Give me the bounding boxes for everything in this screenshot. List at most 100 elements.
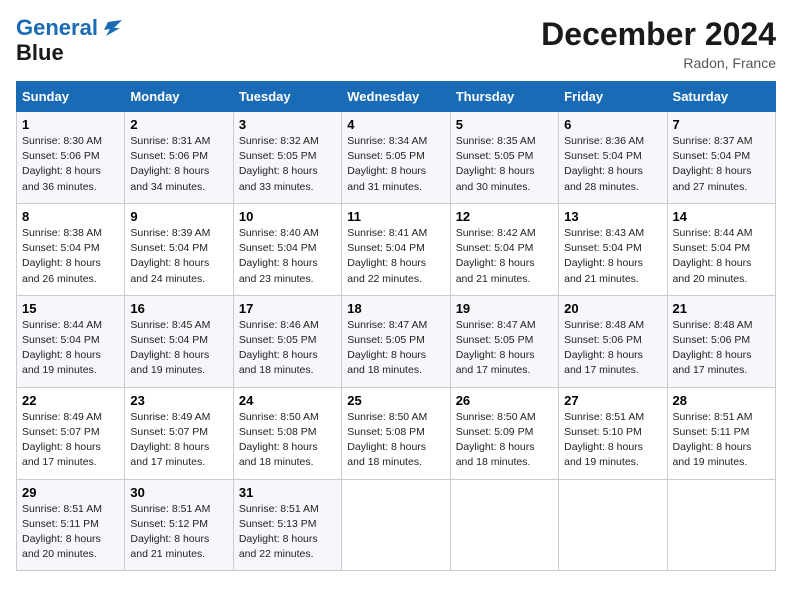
day-number: 26	[456, 393, 553, 408]
calendar-cell	[559, 479, 667, 571]
weekday-header-wednesday: Wednesday	[342, 82, 450, 112]
calendar-cell: 26 Sunrise: 8:50 AM Sunset: 5:09 PM Dayli…	[450, 387, 558, 479]
day-number: 18	[347, 301, 444, 316]
calendar-cell: 24 Sunrise: 8:50 AM Sunset: 5:08 PM Dayli…	[233, 387, 341, 479]
calendar-week-row: 15 Sunrise: 8:44 AM Sunset: 5:04 PM Dayli…	[17, 295, 776, 387]
calendar-cell: 30 Sunrise: 8:51 AM Sunset: 5:12 PM Dayli…	[125, 479, 233, 571]
calendar-cell: 21Sunrise: 8:48 AM Sunset: 5:06 PM Dayli…	[667, 295, 775, 387]
calendar-week-row: 1Sunrise: 8:30 AM Sunset: 5:06 PM Daylig…	[17, 112, 776, 204]
calendar-cell: 11 Sunrise: 8:41 AM Sunset: 5:04 PM Dayli…	[342, 203, 450, 295]
day-info: Sunrise: 8:44 AM Sunset: 5:04 PM Dayligh…	[673, 226, 770, 287]
weekday-header-thursday: Thursday	[450, 82, 558, 112]
day-info: Sunrise: 8:48 AM Sunset: 5:06 PM Dayligh…	[564, 318, 661, 379]
day-number: 6	[564, 117, 661, 132]
day-info: Sunrise: 8:40 AM Sunset: 5:04 PM Dayligh…	[239, 226, 336, 287]
calendar-cell: 16Sunrise: 8:45 AM Sunset: 5:04 PM Dayli…	[125, 295, 233, 387]
day-info: Sunrise: 8:42 AM Sunset: 5:04 PM Dayligh…	[456, 226, 553, 287]
day-number: 9	[130, 209, 227, 224]
day-info: Sunrise: 8:31 AM Sunset: 5:06 PM Dayligh…	[130, 134, 227, 195]
day-info: Sunrise: 8:48 AM Sunset: 5:06 PM Dayligh…	[673, 318, 770, 379]
day-number: 2	[130, 117, 227, 132]
calendar-cell: 7Sunrise: 8:37 AM Sunset: 5:04 PM Daylig…	[667, 112, 775, 204]
calendar-cell: 23Sunrise: 8:49 AM Sunset: 5:07 PM Dayli…	[125, 387, 233, 479]
day-number: 17	[239, 301, 336, 316]
day-number: 25	[347, 393, 444, 408]
calendar-cell	[667, 479, 775, 571]
day-info: Sunrise: 8:51 AM Sunset: 5:10 PM Dayligh…	[564, 410, 661, 471]
day-info: Sunrise: 8:43 AM Sunset: 5:04 PM Dayligh…	[564, 226, 661, 287]
day-number: 27	[564, 393, 661, 408]
day-number: 15	[22, 301, 119, 316]
day-info: Sunrise: 8:51 AM Sunset: 5:11 PM Dayligh…	[673, 410, 770, 471]
calendar-week-row: 22Sunrise: 8:49 AM Sunset: 5:07 PM Dayli…	[17, 387, 776, 479]
weekday-header-sunday: Sunday	[17, 82, 125, 112]
day-number: 20	[564, 301, 661, 316]
calendar-cell: 8 Sunrise: 8:38 AM Sunset: 5:04 PM Daylig…	[17, 203, 125, 295]
calendar-cell: 14 Sunrise: 8:44 AM Sunset: 5:04 PM Dayli…	[667, 203, 775, 295]
calendar-cell: 2 Sunrise: 8:31 AM Sunset: 5:06 PM Daylig…	[125, 112, 233, 204]
page-header: General Blue December 2024 Radon, France	[16, 16, 776, 71]
day-info: Sunrise: 8:39 AM Sunset: 5:04 PM Dayligh…	[130, 226, 227, 287]
day-info: Sunrise: 8:35 AM Sunset: 5:05 PM Dayligh…	[456, 134, 553, 195]
day-number: 31	[239, 485, 336, 500]
calendar-cell: 12 Sunrise: 8:42 AM Sunset: 5:04 PM Dayli…	[450, 203, 558, 295]
calendar-cell: 28 Sunrise: 8:51 AM Sunset: 5:11 PM Dayli…	[667, 387, 775, 479]
day-info: Sunrise: 8:50 AM Sunset: 5:08 PM Dayligh…	[239, 410, 336, 471]
calendar-cell: 22Sunrise: 8:49 AM Sunset: 5:07 PM Dayli…	[17, 387, 125, 479]
month-title: December 2024	[541, 16, 776, 53]
calendar-cell: 31 Sunrise: 8:51 AM Sunset: 5:13 PM Dayli…	[233, 479, 341, 571]
day-number: 1	[22, 117, 119, 132]
day-info: Sunrise: 8:51 AM Sunset: 5:13 PM Dayligh…	[239, 502, 336, 563]
day-number: 29	[22, 485, 119, 500]
day-number: 11	[347, 209, 444, 224]
calendar-cell: 6Sunrise: 8:36 AM Sunset: 5:04 PM Daylig…	[559, 112, 667, 204]
day-number: 5	[456, 117, 553, 132]
calendar-cell	[342, 479, 450, 571]
weekday-header-friday: Friday	[559, 82, 667, 112]
day-info: Sunrise: 8:51 AM Sunset: 5:11 PM Dayligh…	[22, 502, 119, 563]
day-number: 12	[456, 209, 553, 224]
title-block: December 2024 Radon, France	[541, 16, 776, 71]
day-info: Sunrise: 8:44 AM Sunset: 5:04 PM Dayligh…	[22, 318, 119, 379]
day-number: 13	[564, 209, 661, 224]
day-number: 10	[239, 209, 336, 224]
day-number: 22	[22, 393, 119, 408]
day-info: Sunrise: 8:38 AM Sunset: 5:04 PM Dayligh…	[22, 226, 119, 287]
day-info: Sunrise: 8:37 AM Sunset: 5:04 PM Dayligh…	[673, 134, 770, 195]
location-text: Radon, France	[541, 55, 776, 71]
calendar-cell: 5 Sunrise: 8:35 AM Sunset: 5:05 PM Daylig…	[450, 112, 558, 204]
calendar-cell: 17 Sunrise: 8:46 AM Sunset: 5:05 PM Dayli…	[233, 295, 341, 387]
day-info: Sunrise: 8:46 AM Sunset: 5:05 PM Dayligh…	[239, 318, 336, 379]
day-info: Sunrise: 8:32 AM Sunset: 5:05 PM Dayligh…	[239, 134, 336, 195]
calendar-cell: 1Sunrise: 8:30 AM Sunset: 5:06 PM Daylig…	[17, 112, 125, 204]
day-number: 8	[22, 209, 119, 224]
calendar-cell: 9 Sunrise: 8:39 AM Sunset: 5:04 PM Daylig…	[125, 203, 233, 295]
day-info: Sunrise: 8:41 AM Sunset: 5:04 PM Dayligh…	[347, 226, 444, 287]
logo-bird-icon	[100, 18, 122, 40]
day-number: 16	[130, 301, 227, 316]
calendar-cell: 29 Sunrise: 8:51 AM Sunset: 5:11 PM Dayli…	[17, 479, 125, 571]
calendar-cell: 20 Sunrise: 8:48 AM Sunset: 5:06 PM Dayli…	[559, 295, 667, 387]
day-number: 30	[130, 485, 227, 500]
day-number: 28	[673, 393, 770, 408]
day-number: 14	[673, 209, 770, 224]
calendar-cell: 3Sunrise: 8:32 AM Sunset: 5:05 PM Daylig…	[233, 112, 341, 204]
calendar-cell: 25Sunrise: 8:50 AM Sunset: 5:08 PM Dayli…	[342, 387, 450, 479]
day-info: Sunrise: 8:50 AM Sunset: 5:09 PM Dayligh…	[456, 410, 553, 471]
day-number: 4	[347, 117, 444, 132]
calendar-cell: 4Sunrise: 8:34 AM Sunset: 5:05 PM Daylig…	[342, 112, 450, 204]
day-info: Sunrise: 8:51 AM Sunset: 5:12 PM Dayligh…	[130, 502, 227, 563]
calendar-week-row: 29 Sunrise: 8:51 AM Sunset: 5:11 PM Dayli…	[17, 479, 776, 571]
day-info: Sunrise: 8:47 AM Sunset: 5:05 PM Dayligh…	[456, 318, 553, 379]
day-info: Sunrise: 8:47 AM Sunset: 5:05 PM Dayligh…	[347, 318, 444, 379]
calendar-cell: 18 Sunrise: 8:47 AM Sunset: 5:05 PM Dayli…	[342, 295, 450, 387]
calendar-cell	[450, 479, 558, 571]
weekday-header-row: SundayMondayTuesdayWednesdayThursdayFrid…	[17, 82, 776, 112]
calendar-cell: 19Sunrise: 8:47 AM Sunset: 5:05 PM Dayli…	[450, 295, 558, 387]
weekday-header-saturday: Saturday	[667, 82, 775, 112]
day-number: 24	[239, 393, 336, 408]
calendar-cell: 27 Sunrise: 8:51 AM Sunset: 5:10 PM Dayli…	[559, 387, 667, 479]
calendar-cell: 10 Sunrise: 8:40 AM Sunset: 5:04 PM Dayli…	[233, 203, 341, 295]
logo-text: General	[16, 16, 122, 40]
weekday-header-tuesday: Tuesday	[233, 82, 341, 112]
